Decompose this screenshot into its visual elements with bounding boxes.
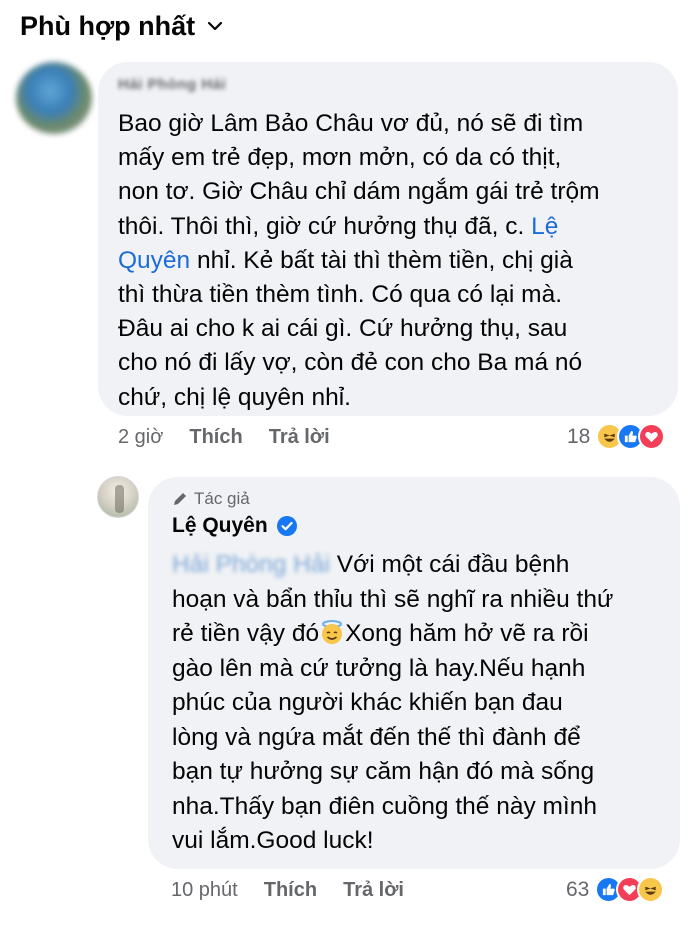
comment-actions: 2 giờ Thích Trả lời bbox=[118, 426, 330, 449]
reply-author[interactable]: Lệ Quyên bbox=[172, 514, 298, 538]
reply-button[interactable]: Trả lời bbox=[343, 879, 404, 902]
like-button[interactable]: Thích bbox=[189, 426, 242, 449]
reply-line: gào lên mà cứ tưởng là hay.Nếu hạnh bbox=[172, 654, 586, 682]
sort-dropdown[interactable]: Phù hợp nhất bbox=[20, 6, 225, 46]
reply-line: lòng và ngứa mắt đến thế thì đành để bbox=[172, 723, 581, 751]
comment-text: Bao giờ Lâm Bảo Châu vơ đủ, nó sẽ đi tìm… bbox=[118, 107, 600, 415]
reply-line: nha.Thấy bạn điên cuồng thế này mình bbox=[172, 792, 597, 820]
reply-author-name[interactable]: Lệ Quyên bbox=[172, 514, 268, 538]
reply-line: phúc của người khác khiến bạn đau bbox=[172, 689, 563, 716]
author-avatar[interactable] bbox=[97, 476, 139, 518]
comment-line: thôi. Thôi thì, giờ cứ hưởng thụ đã, c. … bbox=[118, 210, 600, 244]
commenter-avatar[interactable] bbox=[16, 62, 92, 134]
reaction-icons bbox=[595, 876, 665, 903]
reply-line-text: Với một cái đầu bệnh bbox=[329, 551, 570, 578]
commenter-name[interactable]: Hải Phòng Hải bbox=[118, 76, 226, 93]
comment-line: chứ, chị lệ quyên nhỉ. bbox=[118, 383, 351, 411]
reaction-summary[interactable]: 18 bbox=[567, 423, 666, 450]
comment-line: Đâu ai cho k ai cái gì. Cứ hưởng thụ, sa… bbox=[118, 315, 568, 343]
chevron-down-icon bbox=[208, 21, 223, 31]
reply-line: Hải Phòng Hải Với một cái đầu bệnh bbox=[172, 548, 613, 583]
like-button[interactable]: Thích bbox=[264, 879, 317, 902]
verified-badge-icon bbox=[276, 516, 297, 536]
reply-line-text: rẻ tiền vậy đó bbox=[172, 620, 320, 647]
reply-timestamp[interactable]: 10 phút bbox=[171, 879, 238, 902]
comment-line: non tơ. Giờ Châu chỉ dám ngắm gái trẻ tr… bbox=[118, 178, 600, 206]
comment-line-text: thôi. Thôi thì, giờ cứ hưởng thụ đã, c. bbox=[118, 212, 532, 240]
reply-line: hoạn và bẩn thỉu thì sẽ nghĩ ra nhiều th… bbox=[172, 585, 614, 613]
halo-smile-emoji bbox=[322, 620, 343, 644]
reaction-icons bbox=[596, 423, 666, 450]
mention-link[interactable]: Quyên bbox=[118, 247, 190, 274]
reply-line: rẻ tiền vậy đó Xong hăm hở vẽ ra rồi bbox=[172, 617, 613, 652]
author-badge-label: Tác giả bbox=[194, 489, 250, 508]
haha-reaction-icon bbox=[637, 876, 665, 903]
reaction-count: 63 bbox=[566, 877, 590, 901]
comment-line: Quyên nhỉ. Kẻ bất tài thì thèm tiền, chị… bbox=[118, 244, 600, 278]
reply-actions: 10 phút Thích Trả lời bbox=[171, 879, 404, 902]
reply-line: vui lắm.Good luck! bbox=[172, 827, 374, 854]
pencil-icon bbox=[174, 493, 186, 505]
comment-timestamp[interactable]: 2 giờ bbox=[118, 426, 163, 449]
love-reaction-icon bbox=[638, 423, 666, 450]
reply-text: Hải Phòng Hải Với một cái đầu bệnh hoạn … bbox=[172, 548, 613, 859]
comment-line: Bao giờ Lâm Bảo Châu vơ đủ, nó sẽ đi tìm bbox=[118, 110, 584, 137]
comment-line-text: nhỉ. Kẻ bất tài thì thèm tiền, chị già bbox=[190, 246, 573, 274]
author-badge: Tác giả bbox=[172, 489, 250, 509]
sort-label: Phù hợp nhất bbox=[20, 10, 196, 41]
comment-line: thì thừa tiền thèm tình. Có qua có lại m… bbox=[118, 281, 563, 309]
reaction-count: 18 bbox=[567, 424, 591, 448]
reply-line: bạn tự hưởng sự căm hận đó mà sống bbox=[172, 758, 595, 785]
mention-link[interactable]: Hải Phòng Hải bbox=[172, 551, 330, 578]
reaction-summary[interactable]: 63 bbox=[566, 876, 665, 903]
comment-line: cho nó đi lấy vợ, còn đẻ con cho Ba má n… bbox=[118, 349, 583, 377]
comment-line: mấy em trẻ đẹp, mơn mởn, có da có thịt, bbox=[118, 144, 562, 172]
reply-button[interactable]: Trả lời bbox=[269, 426, 330, 449]
reply-line-text: Xong hăm hở vẽ ra rồi bbox=[345, 620, 589, 647]
mention-link[interactable]: Lệ bbox=[531, 213, 558, 240]
